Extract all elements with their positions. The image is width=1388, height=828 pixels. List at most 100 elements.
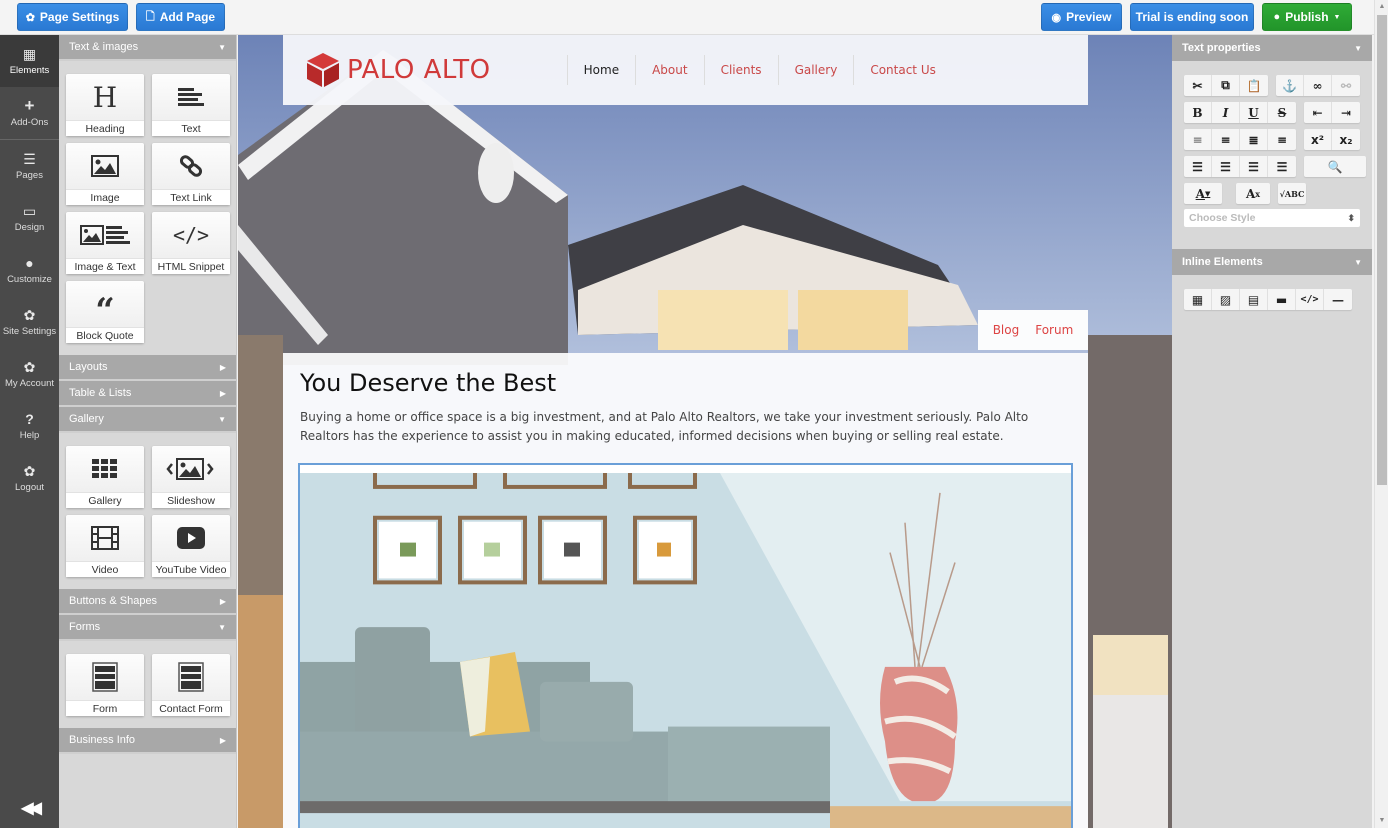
- list-icon[interactable]: ☰: [1268, 156, 1296, 177]
- page-scrollbar[interactable]: ▲ ▼: [1374, 0, 1388, 828]
- publish-button[interactable]: ● Publish ▼: [1262, 3, 1352, 31]
- font-color-icon[interactable]: A ▼: [1184, 183, 1222, 204]
- add-page-label: Add Page: [159, 10, 216, 24]
- alpha-list-icon[interactable]: ☰: [1212, 156, 1240, 177]
- top-toolbar: ✿ Page Settings 🗋 Add Page ◉ Preview Tri…: [0, 0, 1374, 35]
- site-logo[interactable]: PALO ALTO: [307, 53, 491, 87]
- bullet-list-icon[interactable]: ☰: [1240, 156, 1268, 177]
- tile-heading[interactable]: H Heading: [66, 74, 144, 136]
- anchor-icon[interactable]: ⚓: [1276, 75, 1304, 96]
- bold-icon[interactable]: B: [1184, 102, 1212, 123]
- copy-icon[interactable]: ⧉: [1212, 75, 1240, 96]
- align-right-icon[interactable]: ≡: [1268, 129, 1296, 150]
- section-business-info[interactable]: Business Info ▶: [59, 728, 236, 754]
- tile-youtube-video[interactable]: YouTube Video: [152, 515, 230, 577]
- text-properties-header[interactable]: Text properties ▼: [1172, 35, 1372, 61]
- nav-help[interactable]: ? Help: [0, 400, 59, 452]
- strikethrough-icon[interactable]: S: [1268, 102, 1296, 123]
- underline-icon[interactable]: U: [1240, 102, 1268, 123]
- tile-slideshow[interactable]: Slideshow: [152, 446, 230, 508]
- indent-icon[interactable]: ⇥: [1332, 102, 1360, 123]
- page-canvas: PALO ALTO Home About Clients Gallery Con…: [238, 35, 1172, 828]
- tile-label: Text: [152, 120, 230, 136]
- nav-pages[interactable]: ☰ Pages: [0, 140, 59, 192]
- eye-icon: ◉: [1051, 11, 1062, 24]
- align-left-icon[interactable]: ≡: [1184, 129, 1212, 150]
- section-buttons-shapes[interactable]: Buttons & Shapes ▶: [59, 589, 236, 615]
- code-icon[interactable]: </>: [1296, 289, 1324, 310]
- align-justify-icon[interactable]: ≣: [1240, 129, 1268, 150]
- tile-label: Image & Text: [66, 258, 144, 274]
- section-title: Text properties: [1182, 42, 1261, 54]
- search-icon[interactable]: 🔍: [1304, 156, 1366, 177]
- inline-elements-header[interactable]: Inline Elements ▼: [1172, 249, 1372, 275]
- nav-site-settings[interactable]: ✿ Site Settings: [0, 296, 59, 348]
- subscript-icon[interactable]: x₂: [1332, 129, 1360, 150]
- content-paragraph[interactable]: Buying a home or office space is a big i…: [300, 408, 1070, 446]
- section-text-images[interactable]: Text & images ▼: [59, 35, 236, 61]
- nav-add-ons[interactable]: + Add-Ons: [0, 87, 59, 139]
- paste-icon[interactable]: 📋: [1240, 75, 1268, 96]
- cut-icon[interactable]: ✂: [1184, 75, 1212, 96]
- button-icon[interactable]: ▬: [1268, 289, 1296, 310]
- selected-image-element[interactable]: [298, 463, 1073, 828]
- section-gallery[interactable]: Gallery ▼: [59, 407, 236, 433]
- outdent-icon[interactable]: ⇤: [1304, 102, 1332, 123]
- scroll-up-icon[interactable]: ▲: [1375, 0, 1388, 14]
- tile-html-snippet[interactable]: </> HTML Snippet: [152, 212, 230, 274]
- tile-image[interactable]: Image: [66, 143, 144, 205]
- clear-format-icon[interactable]: Ax: [1236, 183, 1270, 204]
- preview-button[interactable]: ◉ Preview: [1041, 3, 1122, 31]
- numbered-list-icon[interactable]: ☰: [1184, 156, 1212, 177]
- align-center-icon[interactable]: ≡: [1212, 129, 1240, 150]
- nav-customize[interactable]: ● Customize: [0, 244, 59, 296]
- content-heading[interactable]: You Deserve the Best: [300, 369, 556, 397]
- tile-image-text[interactable]: Image & Text: [66, 212, 144, 274]
- site-nav-blog[interactable]: Blog: [993, 323, 1020, 337]
- image-icon[interactable]: ▨: [1212, 289, 1240, 310]
- link-icon[interactable]: ∞: [1304, 75, 1332, 96]
- nav-logout[interactable]: ✿ Logout: [0, 452, 59, 504]
- chevron-right-icon: ▶: [219, 596, 226, 606]
- film-icon[interactable]: ▤: [1240, 289, 1268, 310]
- site-nav-home[interactable]: Home: [566, 55, 635, 85]
- horizontal-rule-icon[interactable]: —: [1324, 289, 1352, 310]
- section-forms[interactable]: Forms ▼: [59, 615, 236, 641]
- living-room-image: [300, 465, 1071, 828]
- chevron-down-icon: ▼: [218, 414, 226, 424]
- site-nav-contact[interactable]: Contact Us: [853, 55, 952, 85]
- collapse-panel-icon[interactable]: ◀◀: [0, 798, 59, 818]
- italic-icon[interactable]: I: [1212, 102, 1240, 123]
- site-nav-about[interactable]: About: [635, 55, 703, 85]
- superscript-icon[interactable]: x²: [1304, 129, 1332, 150]
- preview-label: Preview: [1066, 10, 1112, 24]
- scroll-down-icon[interactable]: ▼: [1375, 814, 1388, 828]
- site-nav-gallery[interactable]: Gallery: [777, 55, 854, 85]
- unlink-icon[interactable]: ⚯: [1332, 75, 1360, 96]
- page-settings-button[interactable]: ✿ Page Settings: [17, 3, 128, 31]
- tile-text[interactable]: Text: [152, 74, 230, 136]
- site-nav-forum[interactable]: Forum: [1035, 323, 1073, 337]
- tile-block-quote[interactable]: “ Block Quote: [66, 281, 144, 343]
- tile-gallery[interactable]: Gallery: [66, 446, 144, 508]
- choose-style-select[interactable]: Choose Style ⬍: [1184, 209, 1360, 227]
- nav-label: Elements: [9, 65, 50, 76]
- form-icon: [152, 654, 230, 700]
- section-title: Buttons & Shapes: [69, 595, 158, 607]
- scroll-thumb[interactable]: [1377, 15, 1387, 485]
- site-nav-clients[interactable]: Clients: [703, 55, 778, 85]
- tile-text-link[interactable]: Text Link: [152, 143, 230, 205]
- section-layouts[interactable]: Layouts ▶: [59, 355, 236, 381]
- tile-form[interactable]: Form: [66, 654, 144, 716]
- nav-design[interactable]: ▭ Design: [0, 192, 59, 244]
- spellcheck-icon[interactable]: √ABC: [1278, 183, 1306, 204]
- add-page-button[interactable]: 🗋 Add Page: [136, 3, 225, 31]
- tile-contact-form[interactable]: Contact Form: [152, 654, 230, 716]
- trial-button[interactable]: Trial is ending soon: [1130, 3, 1254, 31]
- site-header: PALO ALTO Home About Clients Gallery Con…: [283, 35, 1088, 105]
- tile-video[interactable]: Video: [66, 515, 144, 577]
- section-table-lists[interactable]: Table & Lists ▶: [59, 381, 236, 407]
- nav-my-account[interactable]: ✿ My Account: [0, 348, 59, 400]
- nav-elements[interactable]: ▦ Elements: [0, 35, 59, 87]
- table-icon[interactable]: ▦: [1184, 289, 1212, 310]
